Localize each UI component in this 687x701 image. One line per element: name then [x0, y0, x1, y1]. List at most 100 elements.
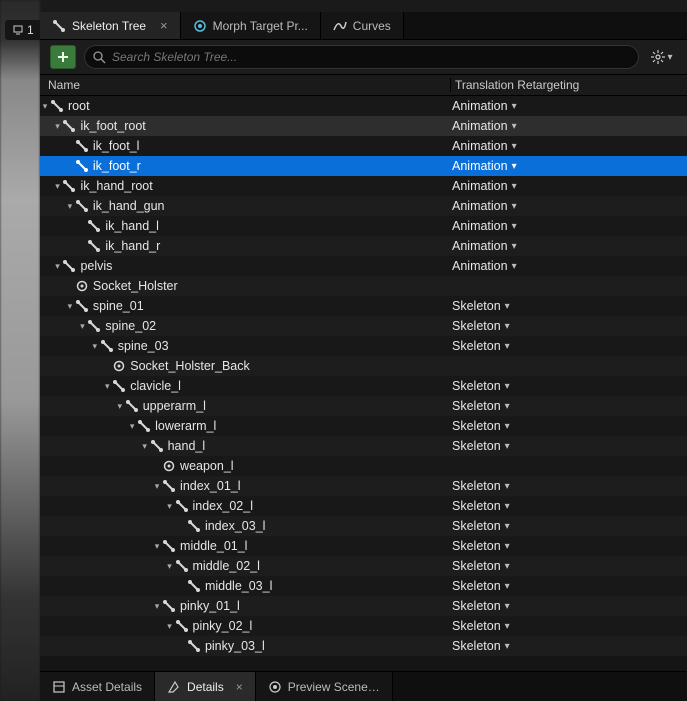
tree-row[interactable]: ▾index_01_lSkeleton▾ [40, 476, 687, 496]
settings-menu[interactable]: ▾ [647, 50, 677, 64]
expander[interactable]: ▾ [165, 621, 175, 632]
retarget-value[interactable]: Skeleton [452, 319, 501, 333]
chevron-down-icon[interactable]: ▾ [512, 181, 517, 192]
expander[interactable]: ▾ [52, 121, 62, 132]
chevron-down-icon[interactable]: ▾ [505, 601, 510, 612]
chevron-down-icon[interactable]: ▾ [505, 501, 510, 512]
expander[interactable]: ▾ [52, 261, 62, 272]
tree-row[interactable]: ▾hand_lSkeleton▾ [40, 436, 687, 456]
bottom-tab-asset-details[interactable]: Asset Details [40, 672, 155, 701]
retarget-value[interactable]: Skeleton [452, 339, 501, 353]
chevron-down-icon[interactable]: ▾ [505, 381, 510, 392]
expander[interactable]: ▾ [152, 541, 162, 552]
tree-row[interactable]: ▾pinky_02_lSkeleton▾ [40, 616, 687, 636]
expander[interactable]: ▾ [65, 201, 75, 212]
retarget-value[interactable]: Skeleton [452, 399, 501, 413]
tree-row[interactable]: ▾ik_hand_rootAnimation▾ [40, 176, 687, 196]
expander[interactable]: ▾ [90, 341, 100, 352]
tree-row[interactable]: ik_hand_rAnimation▾ [40, 236, 687, 256]
retarget-value[interactable]: Animation [452, 139, 508, 153]
chevron-down-icon[interactable]: ▾ [512, 221, 517, 232]
expander[interactable]: ▾ [165, 561, 175, 572]
chevron-down-icon[interactable]: ▾ [505, 641, 510, 652]
retarget-value[interactable]: Skeleton [452, 639, 501, 653]
tree-row[interactable]: ▾rootAnimation▾ [40, 96, 687, 116]
tree-row[interactable]: ik_hand_lAnimation▾ [40, 216, 687, 236]
chevron-down-icon[interactable]: ▾ [505, 321, 510, 332]
expander[interactable]: ▾ [40, 101, 50, 112]
search-input[interactable] [112, 50, 630, 64]
tree-row[interactable]: ▾pinky_01_lSkeleton▾ [40, 596, 687, 616]
chevron-down-icon[interactable]: ▾ [505, 441, 510, 452]
search-box[interactable] [84, 45, 639, 69]
retarget-value[interactable]: Skeleton [452, 499, 501, 513]
chevron-down-icon[interactable]: ▾ [505, 581, 510, 592]
retarget-value[interactable]: Skeleton [452, 519, 501, 533]
close-icon[interactable]: × [236, 680, 243, 694]
chevron-down-icon[interactable]: ▾ [505, 541, 510, 552]
chevron-down-icon[interactable]: ▾ [512, 241, 517, 252]
tree-row[interactable]: ▾upperarm_lSkeleton▾ [40, 396, 687, 416]
tree-row[interactable]: ▾ik_hand_gunAnimation▾ [40, 196, 687, 216]
bottom-tab-details[interactable]: Details× [155, 672, 256, 701]
retarget-value[interactable]: Skeleton [452, 599, 501, 613]
tree-row[interactable]: ▾index_02_lSkeleton▾ [40, 496, 687, 516]
tree-row[interactable]: weapon_l [40, 456, 687, 476]
tree-row[interactable]: ▾spine_02Skeleton▾ [40, 316, 687, 336]
tree-row[interactable]: ▾spine_03Skeleton▾ [40, 336, 687, 356]
tree-row[interactable]: ▾lowerarm_lSkeleton▾ [40, 416, 687, 436]
column-name[interactable]: Name [40, 78, 450, 92]
retarget-value[interactable]: Skeleton [452, 539, 501, 553]
chevron-down-icon[interactable]: ▾ [505, 341, 510, 352]
tree-row[interactable]: ▾pelvisAnimation▾ [40, 256, 687, 276]
retarget-value[interactable]: Animation [452, 259, 508, 273]
chevron-down-icon[interactable]: ▾ [512, 121, 517, 132]
expander[interactable]: ▾ [65, 301, 75, 312]
tab-morph-target-pr-[interactable]: Morph Target Pr... [181, 12, 321, 39]
chevron-down-icon[interactable]: ▾ [505, 521, 510, 532]
retarget-value[interactable]: Animation [452, 159, 508, 173]
retarget-value[interactable]: Animation [452, 239, 508, 253]
chevron-down-icon[interactable]: ▾ [505, 401, 510, 412]
retarget-value[interactable]: Skeleton [452, 379, 501, 393]
retarget-value[interactable]: Skeleton [452, 479, 501, 493]
chevron-down-icon[interactable]: ▾ [505, 621, 510, 632]
tree-row[interactable]: Socket_Holster [40, 276, 687, 296]
tree-row[interactable]: ik_foot_lAnimation▾ [40, 136, 687, 156]
retarget-value[interactable]: Animation [452, 99, 508, 113]
expander[interactable]: ▾ [140, 441, 150, 452]
tree-row[interactable]: ik_foot_rAnimation▾ [40, 156, 687, 176]
retarget-value[interactable]: Animation [452, 119, 508, 133]
bottom-tab-preview-scene-[interactable]: Preview Scene… [256, 672, 393, 701]
retarget-value[interactable]: Skeleton [452, 419, 501, 433]
expander[interactable]: ▾ [127, 421, 137, 432]
retarget-value[interactable]: Skeleton [452, 579, 501, 593]
column-retarget[interactable]: Translation Retargeting [450, 78, 687, 92]
skeleton-tree[interactable]: ▾rootAnimation▾ ▾ik_foot_rootAnimation▾ … [40, 96, 687, 671]
tree-row[interactable]: pinky_03_lSkeleton▾ [40, 636, 687, 656]
expander[interactable]: ▾ [152, 601, 162, 612]
tree-row[interactable]: Socket_Holster_Back [40, 356, 687, 376]
expander[interactable]: ▾ [165, 501, 175, 512]
close-icon[interactable]: × [160, 18, 168, 33]
retarget-value[interactable]: Skeleton [452, 299, 501, 313]
retarget-value[interactable]: Animation [452, 199, 508, 213]
chevron-down-icon[interactable]: ▾ [505, 481, 510, 492]
retarget-value[interactable]: Animation [452, 219, 508, 233]
tree-row[interactable]: middle_03_lSkeleton▾ [40, 576, 687, 596]
chevron-down-icon[interactable]: ▾ [505, 421, 510, 432]
add-button[interactable] [50, 45, 76, 69]
tab-skeleton-tree[interactable]: Skeleton Tree× [40, 12, 181, 39]
chevron-down-icon[interactable]: ▾ [512, 201, 517, 212]
tree-row[interactable]: ▾spine_01Skeleton▾ [40, 296, 687, 316]
chevron-down-icon[interactable]: ▾ [512, 141, 517, 152]
tree-row[interactable]: index_03_lSkeleton▾ [40, 516, 687, 536]
expander[interactable]: ▾ [77, 321, 87, 332]
chevron-down-icon[interactable]: ▾ [512, 161, 517, 172]
tree-row[interactable]: ▾middle_02_lSkeleton▾ [40, 556, 687, 576]
retarget-value[interactable]: Skeleton [452, 439, 501, 453]
chevron-down-icon[interactable]: ▾ [512, 261, 517, 272]
retarget-value[interactable]: Skeleton [452, 559, 501, 573]
chevron-down-icon[interactable]: ▾ [512, 101, 517, 112]
chevron-down-icon[interactable]: ▾ [505, 561, 510, 572]
